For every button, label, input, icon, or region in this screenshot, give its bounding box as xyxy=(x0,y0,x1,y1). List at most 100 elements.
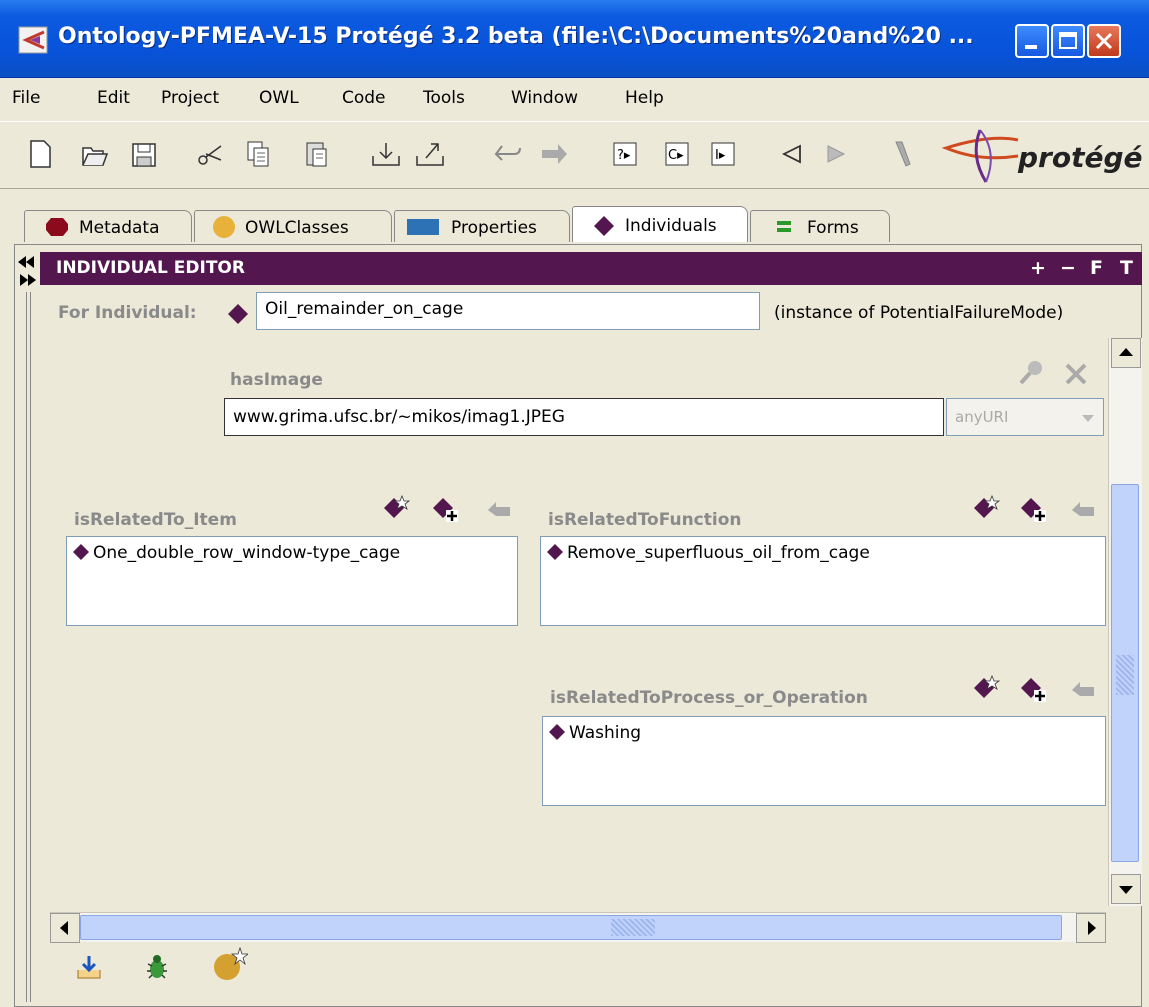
instance-icon[interactable]: I▸ xyxy=(710,138,736,170)
grip xyxy=(1116,655,1134,695)
undo-icon[interactable] xyxy=(492,138,524,170)
menu-owl[interactable]: OWL xyxy=(259,88,299,108)
property-icon xyxy=(407,219,439,235)
menu-project[interactable]: Project xyxy=(161,88,219,108)
isrelatedtoprocess-list[interactable]: Washing xyxy=(542,716,1106,806)
remove-value-icon[interactable] xyxy=(1068,496,1096,524)
new-icon[interactable] xyxy=(26,138,54,170)
open-icon[interactable] xyxy=(80,138,108,170)
bug-icon[interactable] xyxy=(142,952,172,982)
tab-properties[interactable]: Properties xyxy=(394,210,570,242)
menu-tools[interactable]: Tools xyxy=(423,88,465,108)
list-item[interactable]: Washing xyxy=(549,723,641,743)
create-instance-icon[interactable] xyxy=(972,494,1000,522)
protege-window: Ontology-PFMEA-V-15 Protégé 3.2 beta (fi… xyxy=(0,0,1149,1007)
add-instance-icon[interactable] xyxy=(432,496,460,524)
t-button[interactable]: T xyxy=(1120,257,1133,279)
back-icon[interactable] xyxy=(778,138,806,170)
forms-icon xyxy=(777,221,791,232)
add-instance-icon[interactable] xyxy=(1020,496,1048,524)
datatype-select[interactable]: anyURI xyxy=(946,398,1104,436)
class-circle-icon xyxy=(213,216,235,238)
menu-edit[interactable]: Edit xyxy=(97,88,130,108)
individual-diamond-icon xyxy=(547,544,563,560)
minimize-button[interactable] xyxy=(1015,24,1049,58)
query-icon[interactable]: ?▸ xyxy=(612,138,638,170)
search-icon[interactable] xyxy=(1016,358,1046,388)
title-bar[interactable]: Ontology-PFMEA-V-15 Protégé 3.2 beta (fi… xyxy=(0,0,1149,78)
editor-header: INDIVIDUAL EDITOR + − F T xyxy=(40,252,1142,285)
maximize-button[interactable] xyxy=(1051,24,1085,58)
remove-icon[interactable] xyxy=(1062,360,1090,388)
menu-code[interactable]: Code xyxy=(342,88,386,108)
scroll-down-button[interactable] xyxy=(1111,874,1141,904)
for-individual-label: For Individual: xyxy=(58,303,197,323)
scroll-up-button[interactable] xyxy=(1111,338,1141,368)
list-item[interactable]: Remove_superfluous_oil_from_cage xyxy=(547,543,870,563)
vertical-scroll-thumb[interactable] xyxy=(1111,484,1139,862)
isrelatedto-item-label: isRelatedTo_Item xyxy=(74,510,237,530)
tab-strip: Metadata OWLClasses Properties Individua… xyxy=(0,196,1149,244)
hasimage-label: hasImage xyxy=(230,370,323,390)
create-button[interactable]: + xyxy=(1030,257,1046,279)
menu-help[interactable]: Help xyxy=(625,88,664,108)
pen-icon[interactable] xyxy=(890,138,918,170)
hasimage-field[interactable]: www.grima.ufsc.br/~mikos/imag1.JPEG xyxy=(224,398,944,436)
remove-value-icon[interactable] xyxy=(484,496,512,524)
create-instance-icon[interactable] xyxy=(382,494,410,522)
forward-icon[interactable] xyxy=(822,138,850,170)
save-icon[interactable] xyxy=(130,138,158,170)
copy-icon[interactable] xyxy=(244,138,272,170)
individual-diamond-icon xyxy=(228,304,248,324)
tab-owlclasses[interactable]: OWLClasses xyxy=(194,210,392,242)
editor-title: INDIVIDUAL EDITOR xyxy=(56,258,245,278)
menu-bar: File Edit Project OWL Code Tools Window … xyxy=(0,78,1149,120)
grip xyxy=(611,919,655,936)
close-icon xyxy=(1095,32,1113,50)
instance-of-label: (instance of PotentialFailureMode) xyxy=(774,303,1064,323)
horizontal-scroll-thumb[interactable] xyxy=(80,915,1062,940)
collapse-arrows-icon[interactable] xyxy=(14,252,40,292)
arrow-down-icon xyxy=(1119,886,1133,894)
menu-file[interactable]: File xyxy=(12,88,40,108)
toolbar: ?▸ C▸ I▸ protégé xyxy=(0,121,1149,189)
metadata-icon xyxy=(46,218,68,236)
individual-name-field[interactable]: Oil_remainder_on_cage xyxy=(256,292,760,330)
create-class-icon[interactable] xyxy=(212,946,248,982)
horizontal-scrollbar[interactable] xyxy=(50,912,1106,943)
individual-diamond-icon xyxy=(594,216,614,236)
vertical-scrollbar[interactable] xyxy=(1108,338,1142,906)
delete-button[interactable]: − xyxy=(1060,257,1076,279)
svg-text:I▸: I▸ xyxy=(715,148,726,163)
close-button[interactable] xyxy=(1087,24,1121,58)
add-instance-icon[interactable] xyxy=(1020,676,1048,704)
minimize-icon xyxy=(1025,45,1037,49)
paste-icon[interactable] xyxy=(302,138,330,170)
f-button[interactable]: F xyxy=(1090,257,1103,279)
arrow-up-icon xyxy=(1119,348,1133,356)
import-icon[interactable] xyxy=(370,138,402,170)
tab-individuals[interactable]: Individuals xyxy=(572,206,748,242)
list-item[interactable]: One_double_row_window-type_cage xyxy=(73,543,400,563)
tab-metadata[interactable]: Metadata xyxy=(24,210,192,242)
isrelatedtofunction-list[interactable]: Remove_superfluous_oil_from_cage xyxy=(540,536,1106,626)
create-instance-icon[interactable] xyxy=(972,674,1000,702)
tab-forms[interactable]: Forms xyxy=(750,210,890,242)
splitter[interactable] xyxy=(14,252,40,1007)
protege-logo: protégé xyxy=(1018,141,1143,174)
protege-app-icon xyxy=(18,26,48,54)
scroll-right-button[interactable] xyxy=(1076,913,1106,943)
isrelatedto-item-list[interactable]: One_double_row_window-type_cage xyxy=(66,536,518,626)
maximize-icon xyxy=(1059,32,1077,49)
svg-text:?▸: ?▸ xyxy=(617,148,631,163)
remove-value-icon[interactable] xyxy=(1068,676,1096,704)
scroll-left-button[interactable] xyxy=(50,913,80,943)
menu-window[interactable]: Window xyxy=(511,88,578,108)
redo-icon[interactable] xyxy=(538,138,570,170)
isrelatedtoprocess-label: isRelatedToProcess_or_Operation xyxy=(550,688,868,708)
cut-icon[interactable] xyxy=(196,138,224,170)
export-icon[interactable] xyxy=(414,138,446,170)
load-icon[interactable] xyxy=(74,952,104,982)
isrelatedtofunction-label: isRelatedToFunction xyxy=(548,510,742,530)
class-icon[interactable]: C▸ xyxy=(664,138,690,170)
